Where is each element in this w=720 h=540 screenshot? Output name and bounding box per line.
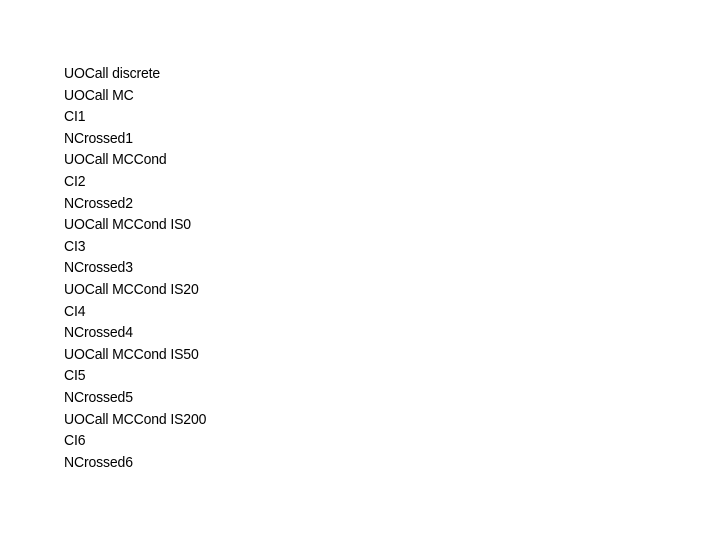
list-item: UOCall MCCond	[64, 152, 167, 169]
list-item: CI1	[64, 109, 86, 126]
list-item: CI6	[64, 433, 86, 450]
list-item: NCrossed6	[64, 454, 133, 471]
list-item: NCrossed1	[64, 130, 133, 147]
list-item: CI2	[64, 173, 86, 190]
list-item: UOCall MCCond IS20	[64, 281, 199, 298]
list-item: UOCall MCCond IS0	[64, 217, 191, 234]
list-item: CI3	[64, 238, 86, 255]
list-item: UOCall MC	[64, 87, 134, 104]
list-item: NCrossed4	[64, 325, 133, 342]
list-item: CI4	[64, 303, 86, 320]
list-item: NCrossed5	[64, 389, 133, 406]
list-item: UOCall MCCond IS200	[64, 411, 207, 428]
list-item: UOCall MCCond IS50	[64, 346, 199, 363]
uocall-label-list: UOCall discrete UOCall MC CI1 NCrossed1 UOCa…	[64, 64, 664, 474]
list-item: NCrossed2	[64, 195, 133, 212]
list-item: UOCall discrete	[64, 66, 161, 82]
list-item: CI5	[64, 368, 86, 385]
list-item: NCrossed3	[64, 260, 133, 277]
